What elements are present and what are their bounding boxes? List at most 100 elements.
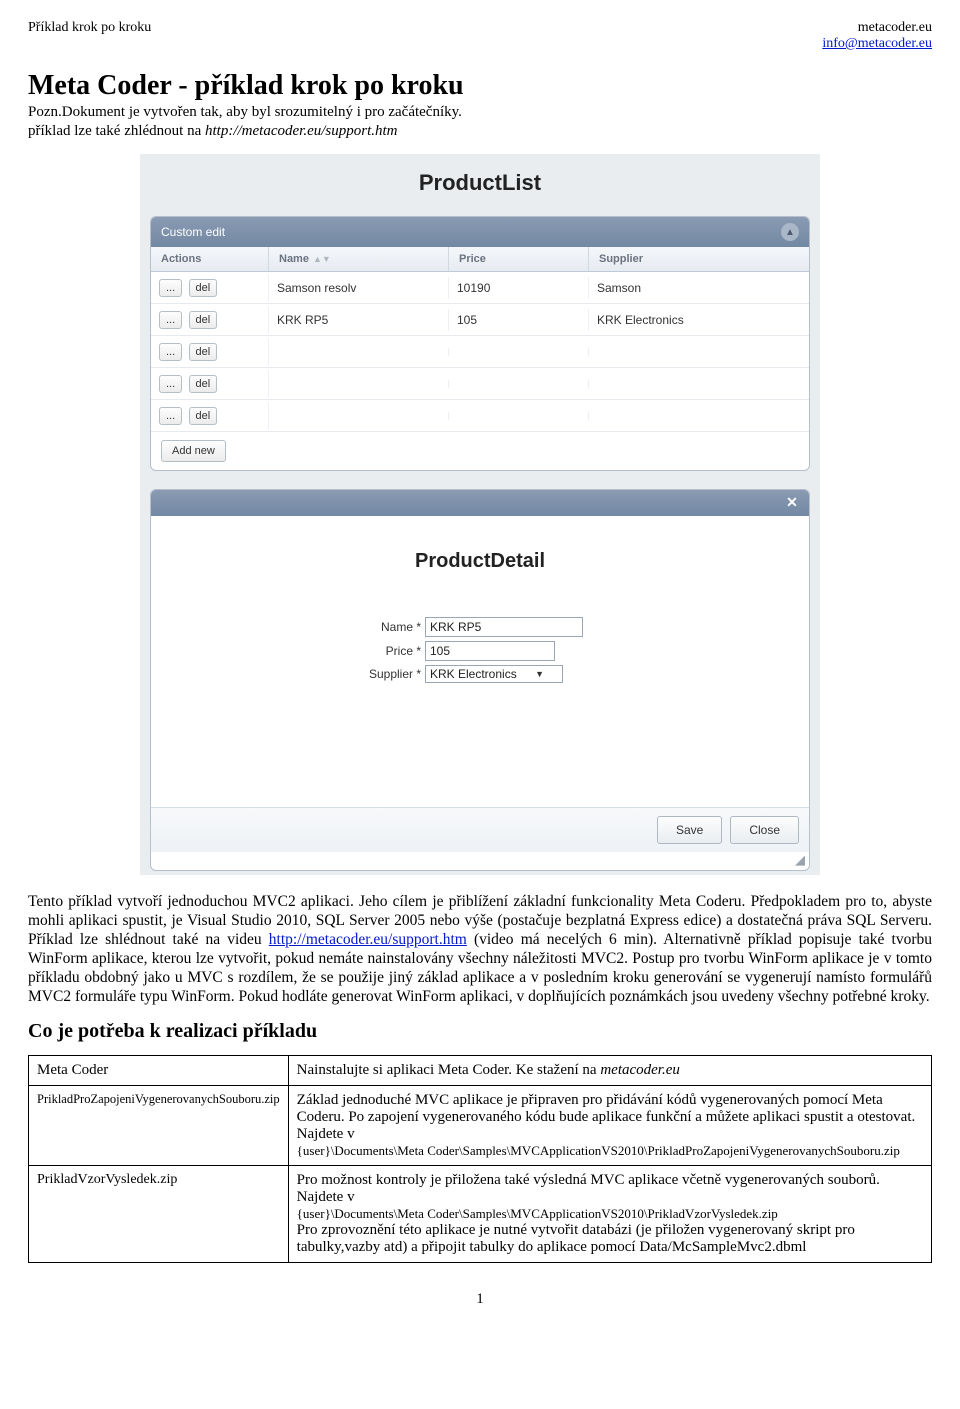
row-del-button[interactable]: del xyxy=(189,279,218,297)
support-line: příklad lze také zhlédnout na http://met… xyxy=(28,123,932,140)
doc-site: metacoder.eu xyxy=(822,20,932,36)
cell-name xyxy=(269,380,449,388)
doc-email-link[interactable]: info@metacoder.eu xyxy=(822,36,932,51)
doc-header: Příklad krok po kroku metacoder.eu info@… xyxy=(28,20,932,52)
cell-name xyxy=(269,412,449,420)
row-actions: ... del xyxy=(151,403,269,429)
cell-supplier xyxy=(589,348,809,356)
row-more-button[interactable]: ... xyxy=(159,343,182,361)
productdetail-title: ProductDetail xyxy=(151,550,809,573)
col-supplier-header[interactable]: Supplier xyxy=(589,247,809,271)
row-actions: ... del xyxy=(151,275,269,301)
page-title: Meta Coder - příklad krok po kroku xyxy=(28,70,932,102)
cell-supplier xyxy=(589,380,809,388)
col-actions-header: Actions xyxy=(151,247,269,271)
cell-price xyxy=(449,412,589,420)
row1-site: metacoder.eu xyxy=(600,1062,680,1078)
col-name-label: Name xyxy=(279,253,309,265)
close-button[interactable]: Close xyxy=(730,816,799,844)
name-label: Name * xyxy=(351,620,425,634)
table-row: PrikladProZapojeniVygenerovanychSouboru.… xyxy=(29,1086,932,1166)
row-more-button[interactable]: ... xyxy=(159,279,182,297)
detail-header: ✕ xyxy=(151,490,809,516)
panel-header: Custom edit ▲ xyxy=(151,217,809,247)
cell-name: KRK RP5 xyxy=(269,309,449,331)
productlist-panel: Custom edit ▲ Actions Name ▲▼ Price Suppl… xyxy=(150,216,810,471)
table-row: ... del Samson resolv 10190 Samson xyxy=(151,272,809,304)
req-left: PrikladVzorVysledek.zip xyxy=(29,1166,289,1263)
close-icon[interactable]: ✕ xyxy=(783,494,801,512)
cell-price: 10190 xyxy=(449,277,589,299)
support-url: http://metacoder.eu/support.htm xyxy=(205,123,397,139)
price-field[interactable] xyxy=(425,641,555,661)
row-del-button[interactable]: del xyxy=(189,343,218,361)
req-right: Nainstalujte si aplikaci Meta Coder. Ke … xyxy=(288,1056,931,1086)
productlist-title: ProductList xyxy=(140,170,820,196)
doc-header-right: metacoder.eu info@metacoder.eu xyxy=(822,20,932,52)
table-row: ... del KRK RP5 105 KRK Electronics xyxy=(151,304,809,336)
save-button[interactable]: Save xyxy=(657,816,722,844)
form-row-supplier: Supplier * KRK Electronics ▼ xyxy=(351,665,563,683)
row-actions: ... del xyxy=(151,307,269,333)
cell-price xyxy=(449,348,589,356)
row1-text: Nainstalujte si aplikaci Meta Coder. Ke … xyxy=(297,1062,601,1078)
panel-header-label: Custom edit xyxy=(161,225,225,239)
detail-form: Name * Price * Supplier * KRK Electronic… xyxy=(351,617,809,687)
chevron-down-icon: ▼ xyxy=(535,669,544,679)
app-screenshot: ProductList Custom edit ▲ Actions Name▲▼… xyxy=(140,154,820,875)
doc-header-left: Příklad krok po kroku xyxy=(28,20,151,36)
sort-icon: ▲▼ xyxy=(313,254,331,264)
cell-name xyxy=(269,348,449,356)
productdetail-panel: ✕ ProductDetail Name * Price * Supplier … xyxy=(150,489,810,871)
table-row: ... del xyxy=(151,400,809,432)
supplier-select[interactable]: KRK Electronics ▼ xyxy=(425,665,563,683)
table-row: ... del xyxy=(151,336,809,368)
supplier-label: Supplier * xyxy=(351,667,425,681)
requirements-table: Meta Coder Nainstalujte si aplikaci Meta… xyxy=(28,1055,932,1263)
page-subtitle: Pozn.Dokument je vytvořen tak, aby byl s… xyxy=(28,104,932,121)
resize-grip-icon[interactable]: ◢ xyxy=(151,852,809,870)
name-field[interactable] xyxy=(425,617,583,637)
row-more-button[interactable]: ... xyxy=(159,311,182,329)
cell-supplier xyxy=(589,412,809,420)
row-more-button[interactable]: ... xyxy=(159,407,182,425)
row-actions: ... del xyxy=(151,371,269,397)
table-row: ... del xyxy=(151,368,809,400)
form-row-name: Name * xyxy=(351,617,583,637)
col-price-header[interactable]: Price xyxy=(449,247,589,271)
add-new-button[interactable]: Add new xyxy=(161,440,226,462)
row-more-button[interactable]: ... xyxy=(159,375,182,393)
req-left: Meta Coder xyxy=(29,1056,289,1086)
req-right: Základ jednoduché MVC aplikace je připra… xyxy=(288,1086,931,1166)
intro-paragraph: Tento příklad vytvoří jednoduchou MVC2 a… xyxy=(28,893,932,1006)
form-row-price: Price * xyxy=(351,641,555,661)
cell-supplier: KRK Electronics xyxy=(589,309,809,331)
table-row: PrikladVzorVysledek.zip Pro možnost kont… xyxy=(29,1166,932,1263)
video-link[interactable]: http://metacoder.eu/support.htm xyxy=(269,931,467,948)
row-del-button[interactable]: del xyxy=(189,311,218,329)
cell-supplier: Samson xyxy=(589,277,809,299)
price-label: Price * xyxy=(351,644,425,658)
row-actions: ... del xyxy=(151,339,269,365)
support-prefix: příklad lze také zhlédnout na xyxy=(28,123,205,139)
supplier-value: KRK Electronics xyxy=(430,667,517,681)
row-del-button[interactable]: del xyxy=(189,407,218,425)
row3-text2: Pro zprovoznění této aplikace je nutné v… xyxy=(297,1222,923,1256)
col-name-header[interactable]: Name ▲▼ xyxy=(269,247,449,271)
req-right: Pro možnost kontroly je přiložena také v… xyxy=(288,1166,931,1263)
req-left: PrikladProZapojeniVygenerovanychSouboru.… xyxy=(29,1086,289,1166)
page-number: 1 xyxy=(28,1291,932,1308)
cell-name: Samson resolv xyxy=(269,277,449,299)
collapse-icon[interactable]: ▲ xyxy=(781,223,799,241)
grid-header: Actions Name ▲▼ Price Supplier xyxy=(151,247,809,272)
add-new-row: Add new xyxy=(151,432,809,470)
row3-text1: Pro možnost kontroly je přiložena také v… xyxy=(297,1172,923,1206)
cell-price xyxy=(449,380,589,388)
detail-footer: Save Close xyxy=(151,807,809,852)
table-row: Meta Coder Nainstalujte si aplikaci Meta… xyxy=(29,1056,932,1086)
row-del-button[interactable]: del xyxy=(189,375,218,393)
row2-text: Základ jednoduché MVC aplikace je připra… xyxy=(297,1092,923,1143)
row3-path: {user}\Documents\Meta Coder\Samples\MVCA… xyxy=(297,1206,923,1222)
section-heading: Co je potřeba k realizaci příkladu xyxy=(28,1020,932,1043)
cell-price: 105 xyxy=(449,309,589,331)
